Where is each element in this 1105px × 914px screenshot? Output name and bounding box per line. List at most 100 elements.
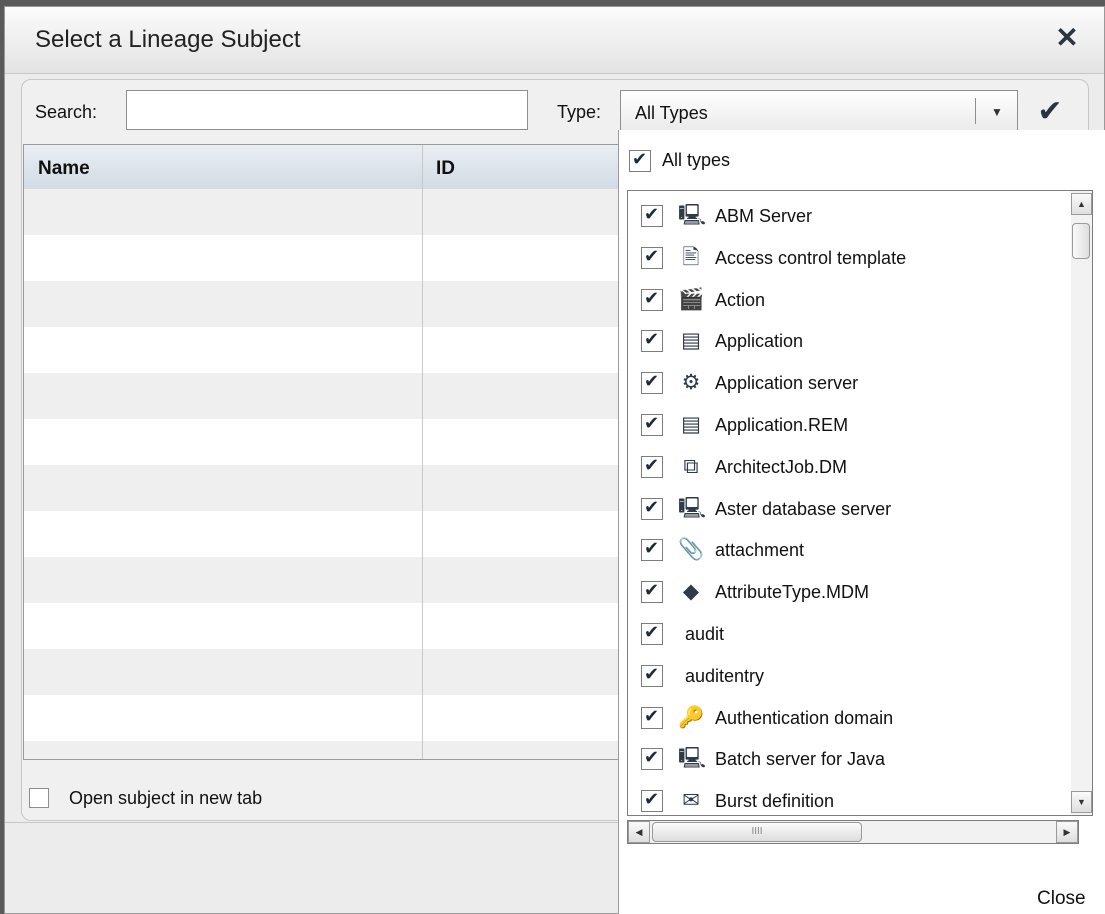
type-list-item[interactable]: audit (628, 613, 1078, 655)
scroll-right-icon[interactable]: ▶ (1056, 821, 1078, 843)
table-row[interactable] (24, 327, 622, 373)
server-icon: 🖳 (678, 747, 707, 771)
type-checkbox[interactable] (641, 288, 663, 311)
horizontal-scrollbar[interactable]: ◀ IIII ▶ (627, 820, 1079, 844)
table-row[interactable] (24, 189, 622, 235)
type-list-item[interactable]: 🖳 Aster database server (628, 488, 1078, 530)
horizontal-scroll-thumb[interactable]: IIII (652, 822, 862, 842)
access-template-icon: 🖹 (682, 245, 700, 269)
table-row[interactable] (24, 465, 622, 511)
type-list-item[interactable]: 🖳 Batch server for Java (628, 738, 1078, 780)
type-checkbox[interactable] (641, 329, 663, 353)
search-label: Search: (35, 102, 98, 122)
application-icon: ▤ (681, 413, 701, 436)
type-list-item[interactable]: ▤ Application.REM (628, 404, 1078, 446)
type-checkbox[interactable] (641, 538, 663, 562)
table-row[interactable] (24, 281, 622, 327)
dialog-title: Select a Lineage Subject (35, 26, 301, 53)
type-checkbox[interactable] (641, 580, 663, 604)
type-checkbox[interactable] (641, 371, 663, 395)
type-checkbox[interactable] (641, 455, 663, 478)
type-list-item[interactable]: 📎 attachment (628, 529, 1078, 571)
paperclip-icon: 📎 (678, 538, 705, 562)
chevron-down-icon[interactable]: ▼ (979, 105, 1015, 119)
column-header-id[interactable]: ID (436, 158, 455, 180)
scroll-up-icon[interactable]: ▲ (1071, 193, 1092, 215)
type-select-divider (975, 98, 976, 124)
type-list-item-label: Action (715, 289, 766, 310)
type-list-item-label: Application (715, 331, 804, 352)
column-divider (422, 145, 423, 759)
table-row[interactable] (24, 511, 622, 557)
type-checkbox[interactable] (641, 413, 663, 436)
table-row[interactable] (24, 557, 622, 603)
application-icon: ▤ (681, 329, 701, 353)
burst-definition-icon: ✉ (682, 789, 700, 813)
open-in-new-tab-checkbox[interactable] (29, 788, 49, 808)
type-list-item[interactable]: ✉ Burst definition (628, 780, 1078, 815)
gears-icon: ⚙ (681, 371, 701, 395)
type-list-item[interactable]: ◆ AttributeType.MDM (628, 571, 1078, 613)
type-list-item[interactable]: 🎬 Action (628, 279, 1078, 321)
open-in-new-tab-label: Open subject in new tab (69, 788, 263, 808)
type-list-item[interactable]: ▤ Application (628, 320, 1078, 362)
type-list-item-label: ArchitectJob.DM (715, 456, 848, 477)
type-list-item-label: audit (685, 624, 725, 644)
table-row[interactable] (24, 649, 622, 695)
checkmark-icon[interactable]: ✔ (1030, 93, 1070, 131)
scroll-left-icon[interactable]: ◀ (628, 821, 650, 843)
type-list-item-label: ABM Server (715, 206, 813, 226)
close-button[interactable]: Close (1037, 888, 1086, 910)
type-list-item-label: AttributeType.MDM (715, 582, 870, 603)
type-dropdown-popup: All types 🖳 ABM Server 🖹 Access control tem… (618, 130, 1105, 914)
type-label: Type: (557, 102, 602, 122)
type-list-item[interactable]: 🖳 ABM Server (628, 195, 1078, 237)
type-list-item[interactable]: ⚙ Application server (628, 362, 1078, 404)
type-checkbox[interactable] (641, 664, 663, 687)
all-types-label: All types (662, 150, 731, 170)
close-icon[interactable]: ✕ (1052, 21, 1082, 55)
type-select-value: All Types (635, 103, 708, 123)
type-checkbox[interactable] (641, 747, 663, 771)
type-list-item-label: Application.REM (715, 415, 849, 435)
all-types-checkbox[interactable] (629, 149, 651, 172)
type-list-item-label: Burst definition (715, 791, 835, 812)
dialog-titlebar: Select a Lineage Subject ✕ (5, 7, 1104, 74)
table-row[interactable] (24, 373, 622, 419)
type-checkbox[interactable] (641, 789, 663, 813)
vertical-scrollbar[interactable]: ▲ ▼ (1071, 190, 1093, 816)
attribute-type-icon: ◆ (682, 580, 700, 604)
type-list-item[interactable]: 🔑 Authentication domain (628, 697, 1078, 739)
action-icon: 🎬 (678, 287, 705, 311)
type-checkbox[interactable] (641, 204, 663, 227)
table-row[interactable] (24, 603, 622, 649)
type-list-item[interactable]: auditentry (628, 655, 1078, 697)
type-list-item-label: Batch server for Java (715, 749, 886, 770)
table-row[interactable] (24, 419, 622, 465)
table-row[interactable] (24, 235, 622, 281)
server-icon: 🖳 (678, 204, 707, 227)
type-checkbox[interactable] (641, 497, 663, 520)
vertical-scroll-thumb[interactable] (1072, 223, 1090, 259)
type-list-item-label: auditentry (685, 665, 765, 686)
job-flow-icon: ⧉ (683, 454, 699, 478)
table-row[interactable] (24, 695, 622, 741)
type-list: 🖳 ABM Server 🖹 Access control template 🎬 Acti… (627, 190, 1079, 816)
table-body (24, 189, 622, 759)
scroll-down-icon[interactable]: ▼ (1071, 791, 1092, 813)
authentication-domain-icon: 🔑 (678, 705, 705, 729)
type-select[interactable]: All Types ▼ (620, 90, 1018, 132)
type-checkbox[interactable] (641, 622, 663, 645)
type-list-item-label: Access control template (715, 247, 907, 268)
search-input[interactable] (126, 90, 528, 130)
type-checkbox[interactable] (641, 246, 663, 269)
type-list-item[interactable]: ⧉ ArchitectJob.DM (628, 446, 1078, 488)
type-list-item-label: Authentication domain (715, 707, 894, 728)
server-icon: 🖳 (678, 496, 707, 520)
table-row[interactable] (24, 741, 622, 759)
type-checkbox[interactable] (641, 706, 663, 729)
results-table: Name ID (23, 144, 623, 760)
column-header-name[interactable]: Name (38, 158, 90, 180)
type-list-item-label: attachment (715, 540, 805, 561)
type-list-item[interactable]: 🖹 Access control template (628, 237, 1078, 279)
